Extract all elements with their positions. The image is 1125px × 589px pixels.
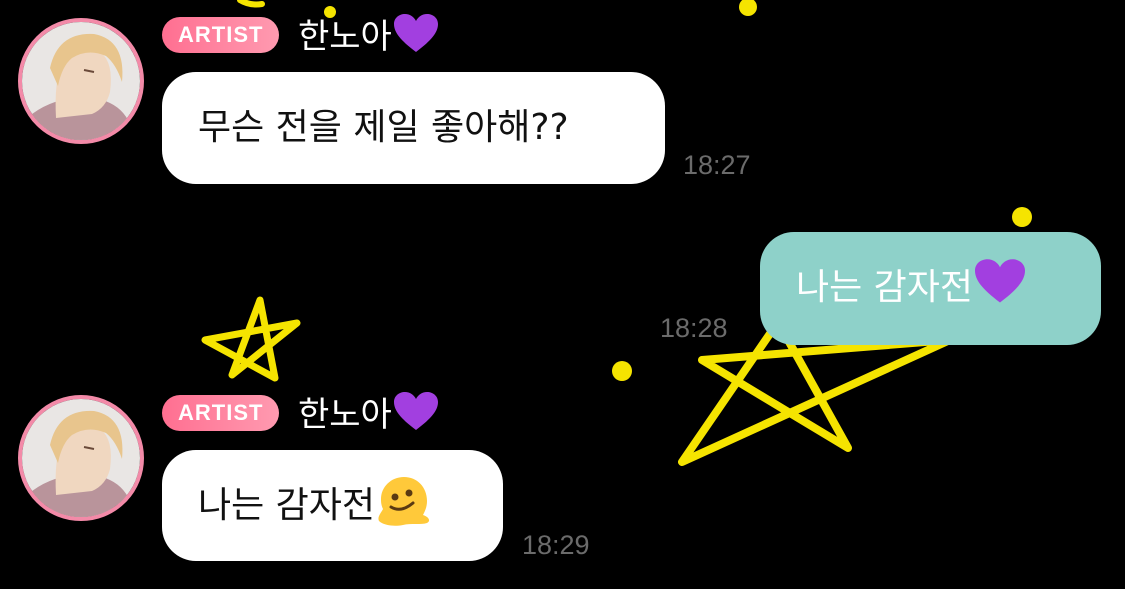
sender-name: 한노아: [298, 14, 438, 63]
purple-heart-icon: [975, 238, 1026, 350]
message-text: 나는 감자전: [198, 485, 376, 526]
message-timestamp: 18:28: [660, 313, 728, 343]
avatar[interactable]: [18, 395, 144, 521]
sender-name: 한노아: [298, 392, 438, 441]
melting-face-icon: [377, 460, 431, 572]
dot-doodle: [739, 0, 757, 16]
purple-heart-icon: [393, 14, 438, 63]
dot-doodle: [612, 361, 632, 381]
message-bubble-received[interactable]: 무슨 전을 제일 좋아해??: [162, 72, 665, 184]
small-star-doodle: [201, 296, 301, 382]
purple-heart-icon: [393, 392, 438, 441]
artist-badge: ARTIST: [162, 395, 280, 431]
avatar[interactable]: [18, 18, 144, 144]
dot-doodle: [1012, 207, 1032, 227]
message-timestamp: 18:27: [683, 150, 751, 180]
message-text: 무슨 전을 제일 좋아해??: [198, 107, 569, 148]
message-bubble-sent[interactable]: 나는 감자전: [760, 232, 1101, 345]
message-timestamp: 18:29: [522, 530, 590, 560]
top-doodle-stroke: [237, 0, 265, 8]
message-bubble-received[interactable]: 나는 감자전: [162, 450, 503, 561]
artist-badge: ARTIST: [162, 17, 280, 53]
sender-name-text: 한노아: [298, 395, 392, 435]
message-text: 나는 감자전: [796, 267, 974, 308]
sender-name-text: 한노아: [298, 17, 392, 57]
